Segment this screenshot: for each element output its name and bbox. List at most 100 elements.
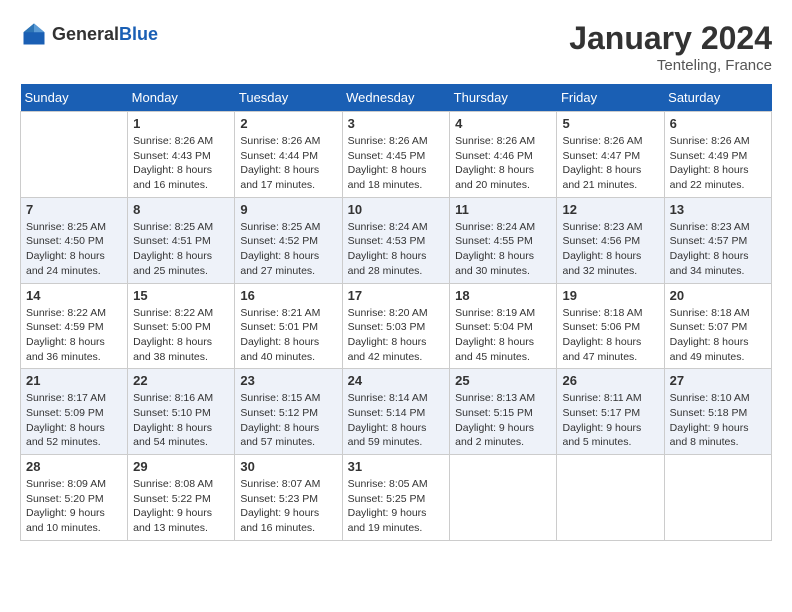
day-number: 31: [348, 459, 445, 474]
day-info: Sunrise: 8:26 AM Sunset: 4:47 PM Dayligh…: [562, 134, 658, 193]
calendar-cell: 22Sunrise: 8:16 AM Sunset: 5:10 PM Dayli…: [128, 369, 235, 455]
calendar-cell: 19 Sunrise: 8:18 AM Sunset: 5:06 PM Dayli…: [557, 283, 664, 369]
day-number: 22: [133, 373, 229, 388]
weekday-header: Friday: [557, 84, 664, 112]
day-info: Sunrise: 8:21 AM Sunset: 5:01 PM Dayligh…: [240, 306, 336, 365]
day-info: Sunrise: 8:10 AM Sunset: 5:18 PM Dayligh…: [670, 391, 766, 450]
calendar-cell: 17 Sunrise: 8:20 AM Sunset: 5:03 PM Dayli…: [342, 283, 450, 369]
calendar-cell: 12 Sunrise: 8:23 AM Sunset: 4:56 PM Dayli…: [557, 197, 664, 283]
weekday-header: Tuesday: [235, 84, 342, 112]
day-info: Sunrise: 8:25 AM Sunset: 4:52 PM Dayligh…: [240, 220, 336, 279]
calendar-cell: 7 Sunrise: 8:25 AM Sunset: 4:50 PM Daylig…: [21, 197, 128, 283]
day-info: Sunrise: 8:18 AM Sunset: 5:06 PM Dayligh…: [562, 306, 658, 365]
title-area: January 2024 Tenteling, France: [569, 20, 772, 74]
day-info: Sunrise: 8:25 AM Sunset: 4:51 PM Dayligh…: [133, 220, 229, 279]
day-number: 1: [133, 116, 229, 131]
calendar-cell: 29Sunrise: 8:08 AM Sunset: 5:22 PM Dayli…: [128, 455, 235, 541]
day-number: 21: [26, 373, 122, 388]
calendar-cell: 30Sunrise: 8:07 AM Sunset: 5:23 PM Dayli…: [235, 455, 342, 541]
day-number: 12: [562, 202, 658, 217]
day-info: Sunrise: 8:14 AM Sunset: 5:14 PM Dayligh…: [348, 391, 445, 450]
calendar-cell: 26 Sunrise: 8:11 AM Sunset: 5:17 PM Dayli…: [557, 369, 664, 455]
calendar-week-row: 14Sunrise: 8:22 AM Sunset: 4:59 PM Dayli…: [21, 283, 772, 369]
weekday-header-row: SundayMondayTuesdayWednesdayThursdayFrid…: [21, 84, 772, 112]
day-number: 16: [240, 288, 336, 303]
logo: GeneralBlue: [20, 20, 158, 48]
day-number: 27: [670, 373, 766, 388]
calendar-cell: 16 Sunrise: 8:21 AM Sunset: 5:01 PM Dayli…: [235, 283, 342, 369]
weekday-header: Wednesday: [342, 84, 450, 112]
day-info: Sunrise: 8:20 AM Sunset: 5:03 PM Dayligh…: [348, 306, 445, 365]
day-number: 11: [455, 202, 551, 217]
calendar-cell: 15 Sunrise: 8:22 AM Sunset: 5:00 PM Dayli…: [128, 283, 235, 369]
day-info: Sunrise: 8:15 AM Sunset: 5:12 PM Dayligh…: [240, 391, 336, 450]
day-info: Sunrise: 8:24 AM Sunset: 4:55 PM Dayligh…: [455, 220, 551, 279]
calendar-cell: 31 Sunrise: 8:05 AM Sunset: 5:25 PM Dayli…: [342, 455, 450, 541]
day-info: Sunrise: 8:25 AM Sunset: 4:50 PM Dayligh…: [26, 220, 122, 279]
calendar-table: SundayMondayTuesdayWednesdayThursdayFrid…: [20, 84, 772, 541]
day-number: 8: [133, 202, 229, 217]
day-number: 17: [348, 288, 445, 303]
day-number: 18: [455, 288, 551, 303]
day-info: Sunrise: 8:23 AM Sunset: 4:57 PM Dayligh…: [670, 220, 766, 279]
day-info: Sunrise: 8:26 AM Sunset: 4:46 PM Dayligh…: [455, 134, 551, 193]
calendar-cell: 28Sunrise: 8:09 AM Sunset: 5:20 PM Dayli…: [21, 455, 128, 541]
calendar-cell: 24 Sunrise: 8:14 AM Sunset: 5:14 PM Dayli…: [342, 369, 450, 455]
calendar-cell: 14Sunrise: 8:22 AM Sunset: 4:59 PM Dayli…: [21, 283, 128, 369]
day-number: 2: [240, 116, 336, 131]
calendar-cell: 6Sunrise: 8:26 AM Sunset: 4:49 PM Daylig…: [664, 112, 771, 198]
day-info: Sunrise: 8:13 AM Sunset: 5:15 PM Dayligh…: [455, 391, 551, 450]
day-number: 19: [562, 288, 658, 303]
weekday-header: Thursday: [450, 84, 557, 112]
day-number: 24: [348, 373, 445, 388]
day-number: 9: [240, 202, 336, 217]
day-info: Sunrise: 8:26 AM Sunset: 4:45 PM Dayligh…: [348, 134, 445, 193]
day-info: Sunrise: 8:22 AM Sunset: 5:00 PM Dayligh…: [133, 306, 229, 365]
day-info: Sunrise: 8:18 AM Sunset: 5:07 PM Dayligh…: [670, 306, 766, 365]
day-number: 7: [26, 202, 122, 217]
day-number: 23: [240, 373, 336, 388]
day-number: 30: [240, 459, 336, 474]
calendar-cell: 10 Sunrise: 8:24 AM Sunset: 4:53 PM Dayli…: [342, 197, 450, 283]
month-title: January 2024: [569, 20, 772, 57]
calendar-cell: 20 Sunrise: 8:18 AM Sunset: 5:07 PM Dayli…: [664, 283, 771, 369]
day-number: 10: [348, 202, 445, 217]
calendar-cell: 11 Sunrise: 8:24 AM Sunset: 4:55 PM Dayli…: [450, 197, 557, 283]
day-info: Sunrise: 8:17 AM Sunset: 5:09 PM Dayligh…: [26, 391, 122, 450]
weekday-header: Monday: [128, 84, 235, 112]
day-info: Sunrise: 8:26 AM Sunset: 4:44 PM Dayligh…: [240, 134, 336, 193]
calendar-cell: [450, 455, 557, 541]
calendar-cell: 1 Sunrise: 8:26 AM Sunset: 4:43 PM Daylig…: [128, 112, 235, 198]
day-info: Sunrise: 8:09 AM Sunset: 5:20 PM Dayligh…: [26, 477, 122, 536]
calendar-cell: 27 Sunrise: 8:10 AM Sunset: 5:18 PM Dayli…: [664, 369, 771, 455]
day-info: Sunrise: 8:26 AM Sunset: 4:43 PM Dayligh…: [133, 134, 229, 193]
day-number: 26: [562, 373, 658, 388]
day-number: 15: [133, 288, 229, 303]
calendar-cell: 18 Sunrise: 8:19 AM Sunset: 5:04 PM Dayli…: [450, 283, 557, 369]
day-number: 14: [26, 288, 122, 303]
day-number: 13: [670, 202, 766, 217]
day-info: Sunrise: 8:24 AM Sunset: 4:53 PM Dayligh…: [348, 220, 445, 279]
calendar-cell: 4 Sunrise: 8:26 AM Sunset: 4:46 PM Daylig…: [450, 112, 557, 198]
weekday-header: Saturday: [664, 84, 771, 112]
calendar-cell: [21, 112, 128, 198]
page-header: GeneralBlue January 2024 Tenteling, Fran…: [20, 20, 772, 74]
calendar-cell: [557, 455, 664, 541]
day-number: 25: [455, 373, 551, 388]
calendar-week-row: 7 Sunrise: 8:25 AM Sunset: 4:50 PM Daylig…: [21, 197, 772, 283]
day-info: Sunrise: 8:19 AM Sunset: 5:04 PM Dayligh…: [455, 306, 551, 365]
calendar-cell: 2 Sunrise: 8:26 AM Sunset: 4:44 PM Daylig…: [235, 112, 342, 198]
logo-text-blue: Blue: [119, 24, 158, 44]
day-number: 4: [455, 116, 551, 131]
calendar-cell: [664, 455, 771, 541]
calendar-week-row: 21 Sunrise: 8:17 AM Sunset: 5:09 PM Dayli…: [21, 369, 772, 455]
logo-text-general: General: [52, 24, 119, 44]
calendar-cell: 23 Sunrise: 8:15 AM Sunset: 5:12 PM Dayli…: [235, 369, 342, 455]
day-info: Sunrise: 8:26 AM Sunset: 4:49 PM Dayligh…: [670, 134, 766, 193]
calendar-cell: 13 Sunrise: 8:23 AM Sunset: 4:57 PM Dayli…: [664, 197, 771, 283]
calendar-cell: 21 Sunrise: 8:17 AM Sunset: 5:09 PM Dayli…: [21, 369, 128, 455]
day-info: Sunrise: 8:11 AM Sunset: 5:17 PM Dayligh…: [562, 391, 658, 450]
day-info: Sunrise: 8:23 AM Sunset: 4:56 PM Dayligh…: [562, 220, 658, 279]
day-number: 20: [670, 288, 766, 303]
day-info: Sunrise: 8:05 AM Sunset: 5:25 PM Dayligh…: [348, 477, 445, 536]
